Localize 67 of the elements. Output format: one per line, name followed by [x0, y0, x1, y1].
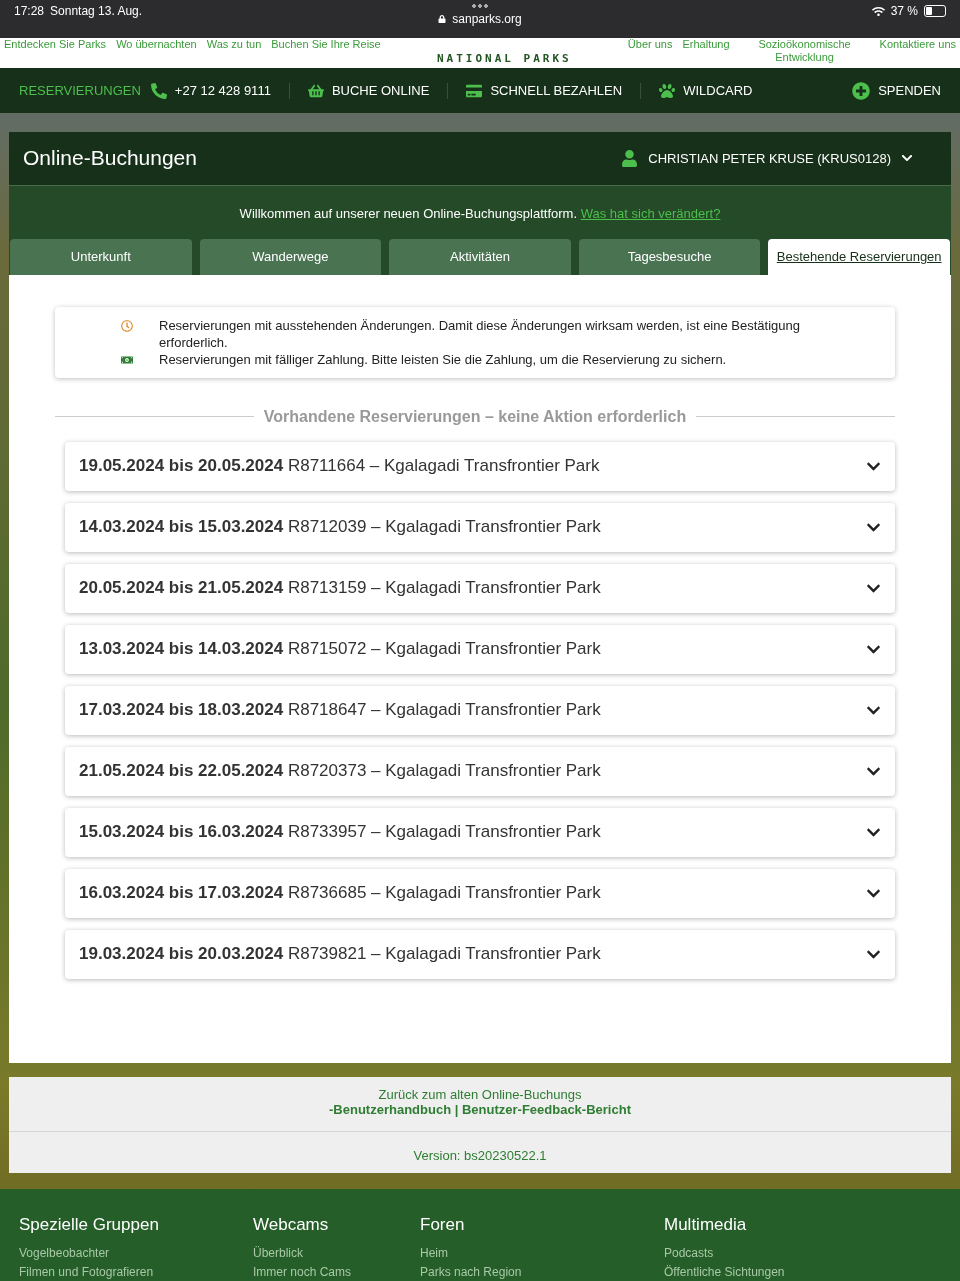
tab[interactable]: Wanderwege	[199, 238, 382, 275]
tab[interactable]: Bestehende Reservierungen	[768, 238, 950, 275]
panel-title: Online-Buchungen	[23, 146, 197, 171]
footer-link[interactable]: Immer noch Cams	[253, 1264, 420, 1279]
manual-feedback-link[interactable]: -Benutzerhandbuch | Benutzer-Feedback-Bericht	[329, 1101, 631, 1117]
site-nav-link[interactable]: Erhaltung	[682, 37, 730, 51]
footer-link[interactable]: Podcasts	[664, 1245, 941, 1260]
user-menu-button[interactable]: CHRISTIAN PETER KRUSE (KRUS0128)	[621, 149, 937, 167]
tab[interactable]: Tagesbesuche	[578, 238, 761, 275]
footer-link[interactable]: Öffentliche Sichtungen	[664, 1264, 941, 1279]
donate-link[interactable]: SPENDEN	[852, 81, 941, 100]
wildcard-link[interactable]: WILDCARD	[659, 82, 771, 99]
reservation-row[interactable]: 16.03.2024 bis 17.03.2024 R8736685 – Kgalagadi Transfrontier Park	[65, 868, 895, 918]
card-link[interactable]: SCHNELL BEZAHLEN	[466, 82, 642, 99]
welcome-text: Willkommen auf unserer neuen Online-Buchungsplattform. Was hat sich verändert?	[238, 204, 722, 223]
battery-icon	[924, 5, 946, 17]
basket-icon	[307, 82, 324, 99]
tab[interactable]: Unterkunft	[10, 238, 192, 275]
site-nav-link[interactable]: Wo übernachten	[116, 37, 197, 51]
site-nav-link[interactable]: Kontaktiere uns	[879, 37, 956, 51]
more-dots-icon[interactable]	[471, 4, 489, 8]
reservation-row[interactable]: 17.03.2024 bis 18.03.2024 R8718647 – Kgalagadi Transfrontier Park	[65, 685, 895, 735]
section-heading: Vorhandene Reservierungen – keine Aktion erforderlich	[263, 407, 687, 426]
old-booking-link[interactable]: Zurück zum alten Online-Buchungs	[378, 1086, 582, 1102]
reservation-row[interactable]: 20.05.2024 bis 21.05.2024 R8713159 – Kgalagadi Transfrontier Park	[65, 563, 895, 613]
footer-link[interactable]: Filmen und Fotografieren	[19, 1264, 253, 1279]
footer-link[interactable]: Heim	[420, 1245, 664, 1260]
phone-link[interactable]: +27 12 428 9111	[150, 82, 290, 99]
footer-heading: Webcams	[253, 1214, 330, 1235]
reservation-row[interactable]: 14.03.2024 bis 15.03.2024 R8712039 – Kgalagadi Transfrontier Park	[65, 502, 895, 552]
reservation-row[interactable]: 15.03.2024 bis 16.03.2024 R8733957 – Kgalagadi Transfrontier Park	[65, 807, 895, 857]
paw-icon	[659, 82, 676, 99]
phone-icon	[150, 82, 167, 99]
url-text[interactable]: sanparks.org	[452, 12, 522, 26]
clock-time: 17:28	[14, 4, 45, 18]
reservation-row[interactable]: 13.03.2024 bis 14.03.2024 R8715072 – Kgalagadi Transfrontier Park	[65, 624, 895, 674]
footer-link[interactable]: Parks nach Region	[420, 1264, 664, 1279]
footer-heading: Foren	[420, 1214, 466, 1235]
tab[interactable]: Aktivitäten	[389, 238, 571, 275]
footer-heading: Spezielle Gruppen	[19, 1214, 160, 1235]
user-icon	[621, 149, 639, 167]
site-nav-link[interactable]: Über uns	[627, 37, 673, 51]
reservation-row[interactable]: 19.05.2024 bis 20.05.2024 R8711664 – Kgalagadi Transfrontier Park	[65, 441, 895, 491]
logo-text[interactable]: NATIONAL PARKS	[436, 51, 572, 65]
reservations-label[interactable]: RESERVIERUNGEN	[19, 83, 141, 99]
site-nav-link[interactable]: Was zu tun	[206, 37, 262, 51]
footer-link[interactable]: Überblick	[253, 1245, 420, 1260]
battery-percent: 37 %	[890, 4, 918, 18]
reservation-row[interactable]: 21.05.2024 bis 22.05.2024 R8720373 – Kgalagadi Transfrontier Park	[65, 746, 895, 796]
reservation-row[interactable]: 19.03.2024 bis 20.03.2024 R8739821 – Kgalagadi Transfrontier Park	[65, 929, 895, 979]
footer-link[interactable]: Vogelbeobachter	[19, 1245, 253, 1260]
banknote-icon	[121, 353, 133, 366]
footer-heading: Multimedia	[664, 1214, 748, 1235]
legend-text: Reservierungen mit ausstehenden Änderungen. Damit diese Änderungen wirksam werden, ist eine Bestätigung erforderlich.	[159, 316, 801, 351]
version-text: Version: bs20230522.1	[413, 1146, 547, 1165]
clock-icon	[121, 319, 133, 332]
legend-text: Reservierungen mit fälliger Zahlung. Bitte leisten Sie die Zahlung, um die Reservierung zu sichern.	[159, 350, 728, 368]
lock-icon	[438, 15, 447, 23]
site-nav-link[interactable]: Buchen Sie Ihre Reise	[271, 37, 381, 51]
wifi-icon	[871, 4, 885, 18]
whats-new-link[interactable]: Was hat sich verändert?	[580, 205, 721, 221]
date-text: Sonntag 13. Aug.	[50, 4, 143, 18]
site-nav-link[interactable]: Sozioökonomische Entwicklung	[739, 37, 870, 64]
basket-link[interactable]: BUCHE ONLINE	[307, 82, 449, 99]
credit-card-icon	[466, 82, 483, 99]
plus-icon	[852, 81, 871, 100]
site-nav-link[interactable]: Entdecken Sie Parks	[4, 37, 107, 51]
